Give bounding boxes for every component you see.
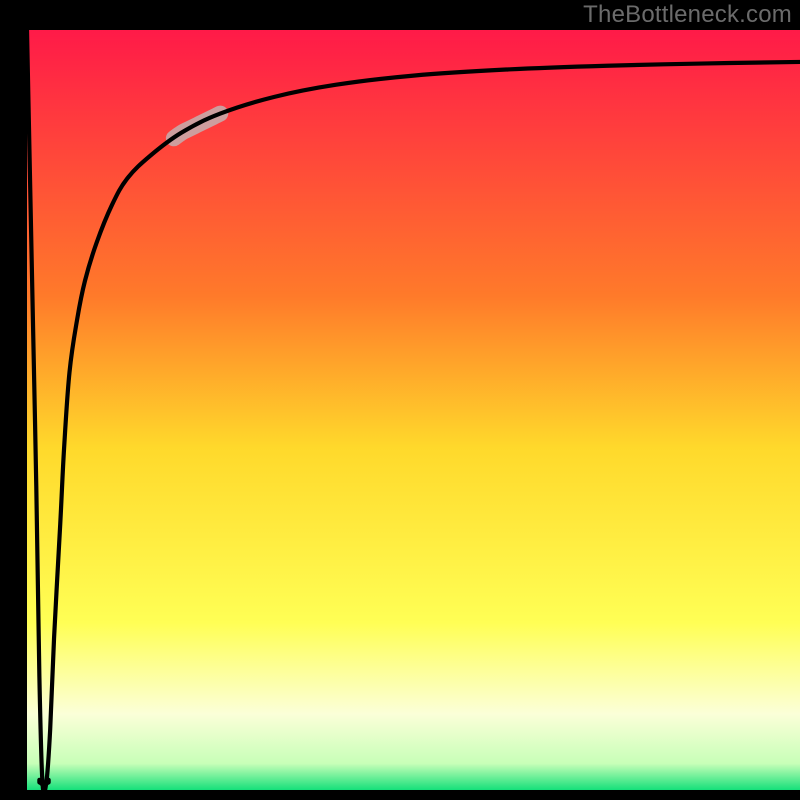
frame-left bbox=[0, 0, 27, 800]
frame-bottom bbox=[0, 790, 800, 800]
chart-container: TheBottleneck.com bbox=[0, 0, 800, 800]
watermark-text: TheBottleneck.com bbox=[583, 1, 792, 29]
bottleneck-chart bbox=[0, 0, 800, 800]
plot-background bbox=[27, 30, 800, 790]
